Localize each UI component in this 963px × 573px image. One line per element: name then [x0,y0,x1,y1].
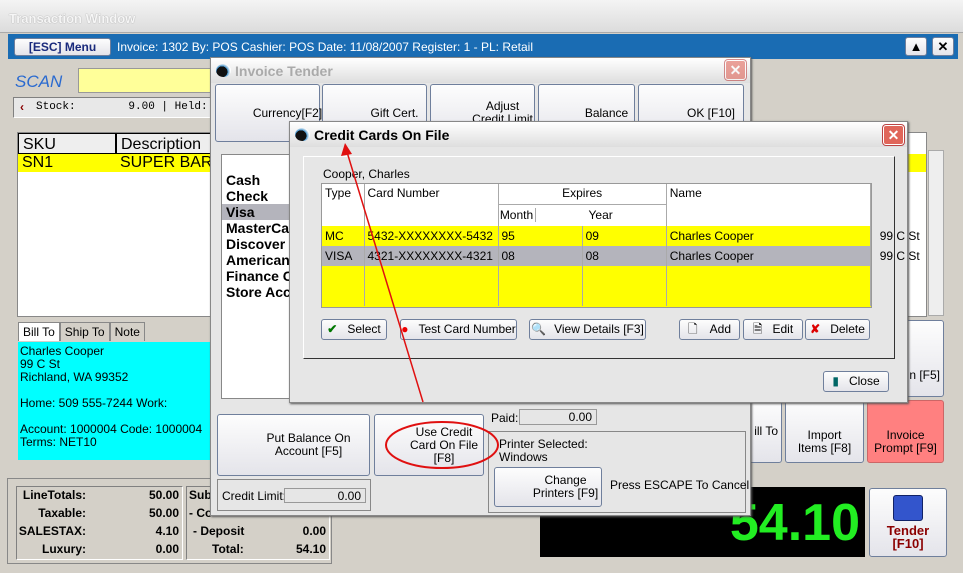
annotation-overlay [341,143,499,469]
annotation-circle [385,421,499,469]
annotation-arrow-line [346,151,424,403]
annotation-arrowhead [341,143,352,156]
